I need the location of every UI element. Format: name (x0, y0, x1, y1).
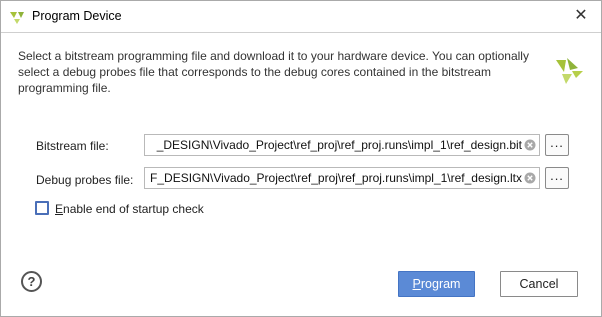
program-label-rest: rogram (420, 277, 461, 291)
clear-icon[interactable] (524, 139, 536, 151)
program-device-dialog: Program Device ✕ Select a bitstream prog… (0, 0, 602, 317)
bitstream-file-input[interactable]: _DESIGN\Vivado_Project\ref_proj\ref_proj… (144, 134, 540, 156)
help-icon: ? (27, 274, 36, 289)
window-title: Program Device (32, 9, 122, 23)
browse-debug-probes-button[interactable]: ... (545, 167, 569, 189)
startup-check-label-rest: nable end of startup check (63, 202, 204, 216)
debug-probes-file-input[interactable]: F_DESIGN\Vivado_Project\ref_proj\ref_pro… (144, 167, 540, 189)
program-mnemonic: P (412, 277, 421, 291)
browse-bitstream-button[interactable]: ... (545, 134, 569, 156)
clear-icon[interactable] (524, 172, 536, 184)
startup-check-mnemonic: E (55, 202, 64, 216)
vivado-logo-icon (556, 58, 583, 84)
startup-check-label[interactable]: Enable end of startup check (55, 202, 204, 216)
title-bar: Program Device ✕ (1, 1, 601, 33)
startup-check-checkbox[interactable] (35, 201, 49, 215)
program-button[interactable]: Program (398, 271, 475, 297)
debug-probes-file-value: F_DESIGN\Vivado_Project\ref_proj\ref_pro… (150, 171, 522, 185)
close-button[interactable]: ✕ (571, 6, 591, 26)
vivado-logo-icon (10, 12, 24, 24)
description-text: Select a bitstream programming file and … (18, 49, 529, 95)
cancel-button[interactable]: Cancel (500, 271, 578, 297)
bitstream-file-label: Bitstream file: (36, 139, 109, 153)
debug-probes-file-label: Debug probes file: (36, 173, 134, 187)
help-button[interactable]: ? (21, 271, 42, 292)
close-icon: ✕ (574, 7, 588, 24)
bitstream-file-value: _DESIGN\Vivado_Project\ref_proj\ref_proj… (156, 138, 522, 152)
